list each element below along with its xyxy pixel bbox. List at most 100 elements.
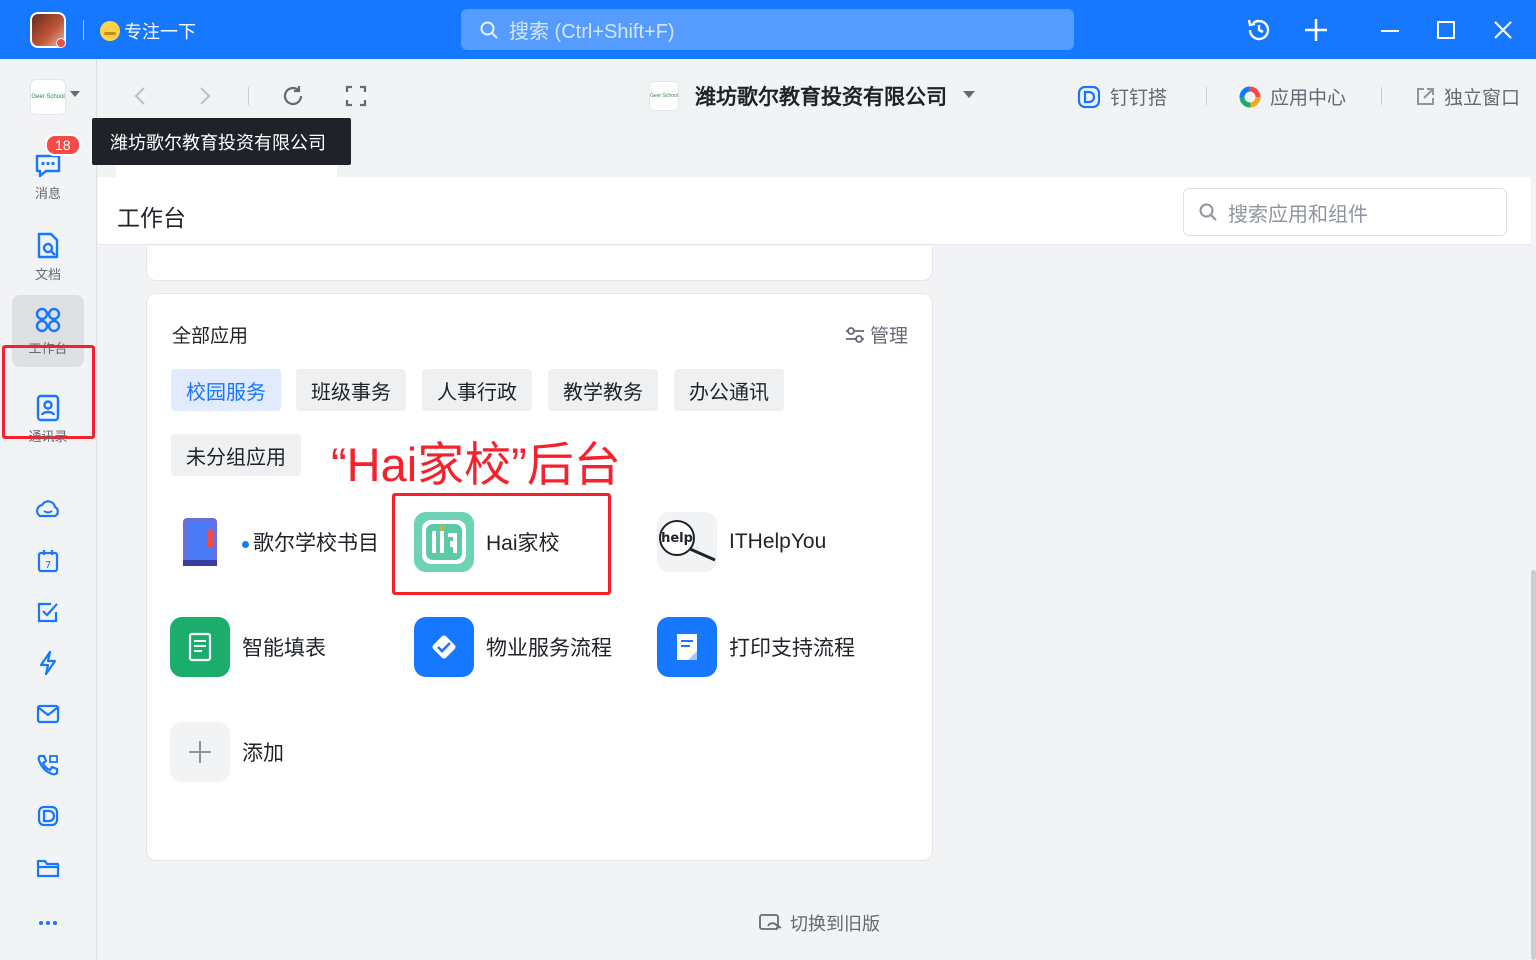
global-search-placeholder: 搜索 (Ctrl+Shift+F) [509, 21, 675, 43]
unread-badge: 18 [45, 134, 81, 156]
manage-label: 管理 [870, 326, 909, 347]
rail-item-label: 通讯录 [28, 429, 68, 444]
apps-grid-icon [35, 307, 61, 333]
video-call-icon[interactable] [34, 751, 62, 779]
form-icon [170, 617, 230, 677]
help-icon-text: help [661, 531, 693, 546]
add-app-button[interactable]: 添加 [170, 722, 284, 782]
todo-check-icon[interactable] [34, 598, 62, 626]
standalone-window-label: 独立窗口 [1444, 88, 1521, 109]
category-tab-hr[interactable]: 人事行政 [422, 369, 532, 411]
scrollbar[interactable] [1531, 570, 1536, 960]
dingda-icon[interactable] [34, 802, 62, 830]
dingda-link[interactable]: 钉钉搭 [1076, 83, 1167, 110]
highlight-box-hai-jiaxiao [392, 493, 611, 595]
divider [83, 20, 84, 40]
focus-emoji-icon [100, 21, 120, 41]
standalone-window-link[interactable]: 独立窗口 [1414, 83, 1520, 110]
card-title: 全部应用 [172, 326, 249, 347]
forward-icon[interactable] [191, 83, 217, 109]
app-center-icon [1239, 86, 1261, 107]
switch-old-label: 切换到旧版 [790, 914, 880, 934]
title-bar: 专注一下 搜索 (Ctrl+Shift+F) [0, 0, 1536, 59]
add-label: 添加 [242, 742, 284, 765]
global-search-input[interactable]: 搜索 (Ctrl+Shift+F) [461, 9, 1074, 50]
history-icon[interactable] [1245, 16, 1273, 44]
plus-icon[interactable] [1302, 16, 1330, 44]
category-tab-teaching[interactable]: 教学教务 [548, 369, 658, 411]
app-ithelpyou[interactable]: help ITHelpYou [657, 512, 826, 572]
lightning-icon[interactable] [34, 649, 62, 677]
page-title: 工作台 [117, 205, 186, 231]
app-name: ITHelpYou [729, 530, 827, 553]
document-icon [657, 617, 717, 677]
category-tab-ungrouped[interactable]: 未分组应用 [171, 434, 301, 476]
search-icon [480, 21, 498, 39]
org-caret-icon[interactable] [70, 91, 80, 97]
org-logo-text: Geer School [31, 94, 65, 100]
company-dropdown-icon[interactable] [963, 91, 975, 98]
org-logo[interactable]: Geer School [30, 79, 66, 115]
category-tab-office[interactable]: 办公通讯 [674, 369, 784, 411]
dingda-icon [1077, 85, 1101, 108]
company-logo: Geer School [649, 81, 679, 111]
close-icon[interactable] [1489, 16, 1517, 44]
rail-item-label: 文档 [34, 267, 61, 282]
app-property-service[interactable]: 物业服务流程 [414, 617, 612, 677]
rail-item-label: 消息 [34, 186, 61, 201]
help-magnifier-icon: help [657, 512, 717, 572]
contacts-icon [36, 394, 60, 422]
rail-item-docs[interactable]: 文档 [12, 221, 84, 293]
app-search-placeholder: 搜索应用和组件 [1228, 203, 1368, 226]
dingda-label: 钉钉搭 [1110, 88, 1168, 109]
status-dot [56, 38, 66, 48]
workspace-header: 工作台 搜索应用和组件 [98, 177, 1531, 245]
app-book-catalog[interactable]: 歌尔学校书目 [170, 512, 379, 572]
book-icon [170, 512, 230, 572]
switch-old-version-link[interactable]: 切换到旧版 [758, 910, 880, 936]
widget-card [146, 246, 933, 281]
app-search-input[interactable]: 搜索应用和组件 [1183, 188, 1507, 236]
app-print-support[interactable]: 打印支持流程 [657, 617, 855, 677]
external-window-icon [1417, 87, 1434, 105]
focus-button[interactable]: 专注一下 [100, 18, 196, 44]
svg-text:7: 7 [45, 560, 51, 571]
tab-indicator [116, 165, 337, 177]
mail-icon[interactable] [34, 700, 62, 728]
settings-sliders-icon [846, 326, 864, 343]
more-icon[interactable] [34, 909, 62, 937]
rail-item-contacts[interactable]: 通讯录 [12, 383, 84, 455]
fullscreen-icon[interactable] [343, 83, 369, 109]
new-dot [242, 540, 249, 548]
app-center-label: 应用中心 [1270, 88, 1347, 109]
category-tab-class[interactable]: 班级事务 [296, 369, 406, 411]
company-logo-text: Geer School [650, 93, 678, 99]
app-name: 物业服务流程 [486, 637, 612, 660]
focus-label: 专注一下 [124, 22, 196, 42]
app-name: 打印支持流程 [729, 637, 855, 660]
maximize-icon[interactable] [1432, 16, 1460, 44]
app-name: 智能填表 [242, 637, 326, 660]
cloud-smile-icon[interactable] [34, 496, 62, 524]
document-icon [37, 232, 59, 259]
refresh-icon[interactable] [280, 83, 306, 109]
switch-icon [759, 914, 782, 931]
app-center-link[interactable]: 应用中心 [1238, 83, 1346, 110]
app-smart-form[interactable]: 智能填表 [170, 617, 326, 677]
category-tab-campus[interactable]: 校园服务 [171, 369, 281, 411]
annotation-text: “Hai家校”后台 [331, 438, 621, 491]
minimize-icon[interactable] [1376, 16, 1404, 44]
search-icon [1199, 203, 1217, 221]
company-tooltip: 潍坊歌尔教育投资有限公司 [92, 118, 351, 165]
back-icon[interactable] [128, 83, 154, 109]
manage-button[interactable]: 管理 [844, 321, 908, 348]
plus-icon [170, 722, 230, 782]
divider [248, 87, 249, 105]
left-rail: Geer School 消息 18 文档 工作台 通讯录 7 [0, 59, 97, 960]
divider [1206, 87, 1207, 105]
company-name[interactable]: 潍坊歌尔教育投资有限公司 [695, 81, 947, 111]
folder-icon[interactable] [34, 853, 62, 881]
handshake-icon [414, 617, 474, 677]
calendar-icon[interactable]: 7 [34, 547, 62, 575]
divider [1381, 87, 1382, 105]
